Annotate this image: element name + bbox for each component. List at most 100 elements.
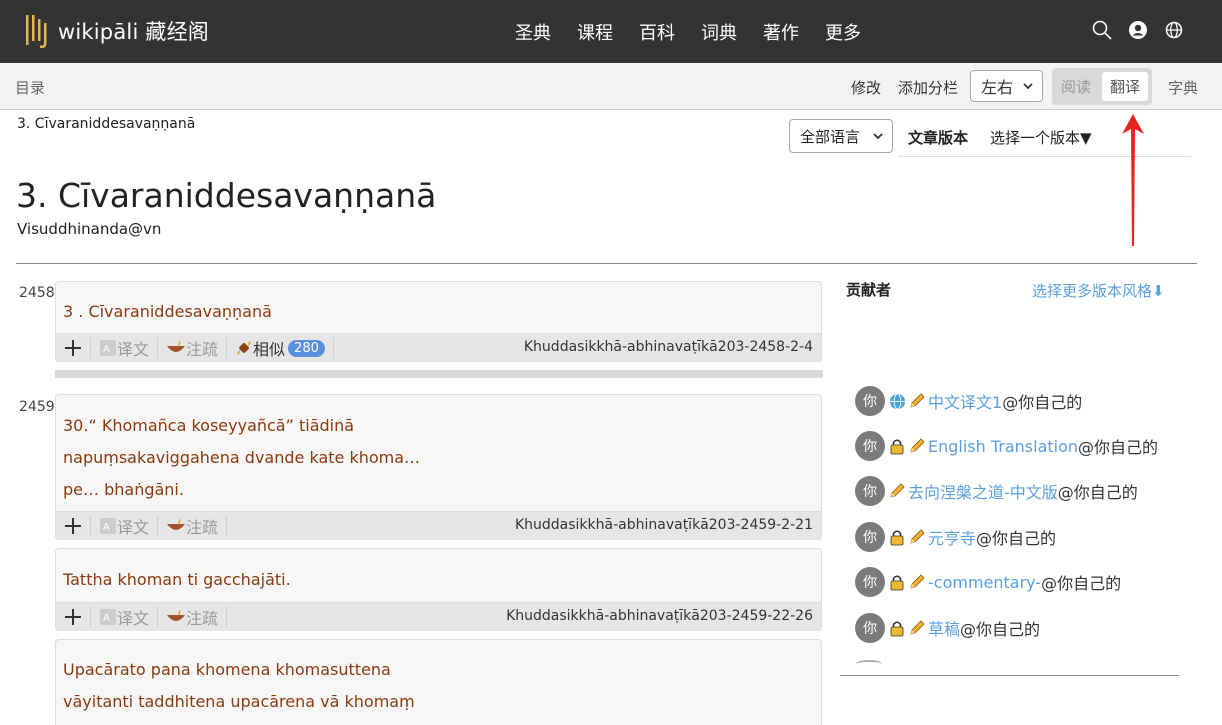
candy-icon [237, 341, 252, 355]
chevron-down-icon [1023, 83, 1033, 90]
dictionary-button[interactable]: 字典 [1168, 77, 1198, 98]
contributor-owner: @你自己的 [960, 620, 1041, 639]
language-select[interactable]: 全部语言 [789, 119, 893, 153]
commentary-button[interactable]: 注疏 [158, 516, 228, 537]
top-navbar: wikipāli 藏经阁 圣典 课程 百科 词典 著作 更多 [0, 0, 1222, 63]
contributor-owner: @你自己的 [976, 529, 1057, 548]
sentence-block: Tattha khoman ti gacchajāti. A 译文 注疏 Khu… [55, 548, 822, 631]
sentence-text[interactable]: pe… bhaṅgāni. [63, 474, 814, 506]
translation-button[interactable]: A 译文 [91, 338, 159, 359]
user-icon[interactable] [1128, 20, 1148, 40]
page-title: 3. Cīvaraniddesavaṇṇanā [16, 176, 437, 215]
pencil-icon [908, 573, 926, 591]
globe-icon[interactable] [1164, 20, 1184, 40]
layout-select[interactable]: 左右 [970, 70, 1043, 102]
brand-suffix: 藏经阁 [145, 20, 209, 44]
similar-label: 相似 [253, 340, 286, 359]
avatar[interactable]: 你 [855, 567, 885, 597]
pencil-icon [908, 392, 926, 410]
toc-button[interactable]: 目录 [15, 77, 45, 98]
logo[interactable]: wikipāli 藏经阁 [24, 13, 209, 49]
sentence-text[interactable]: 30.“ Khomañca koseyyañcā” tiādinā [63, 410, 814, 442]
divider [840, 675, 1179, 676]
sentence-id: Khuddasikkhā-abhinavaṭīkā203-2458-2-4 [523, 339, 813, 355]
lock-icon [888, 619, 906, 637]
nav-item-wiki[interactable]: 百科 [639, 19, 675, 45]
more-version-styles-link[interactable]: 选择更多版本风格⬇ [1032, 280, 1165, 301]
add-button[interactable] [56, 607, 91, 627]
translate-icon: A [100, 340, 116, 356]
commentary-button[interactable]: 注疏 [158, 338, 228, 359]
contributor-item: 你 -commentary- @你自己的 [855, 567, 1121, 597]
add-button[interactable] [56, 338, 91, 358]
avatar[interactable]: 你 [855, 431, 885, 461]
contributor-version-link[interactable]: 草稿 [928, 616, 960, 640]
sentence-toolbar: A 译文 注疏 Khuddasikkhā-abhinavaṭīkā203-245… [56, 602, 821, 631]
pencil-icon [908, 437, 926, 455]
sentence-text[interactable]: 3 . Cīvaraniddesavaṇṇanā [63, 296, 814, 328]
sentence-text[interactable]: Upacārato pana khomena khomasuttena [63, 654, 814, 686]
annotation-arrow-icon [1122, 114, 1144, 246]
paragraph-separator [55, 370, 823, 378]
contributor-version-link[interactable]: 中文译文1 [928, 389, 1002, 413]
nav-item-canon[interactable]: 圣典 [515, 19, 551, 45]
pencil-icon [888, 482, 906, 500]
contributor-owner: @你自己的 [1041, 574, 1122, 593]
commentary-label: 注疏 [186, 340, 219, 359]
author: Visuddhinanda@vn [17, 220, 162, 238]
nav-item-works[interactable]: 著作 [763, 19, 799, 45]
contributor-owner: @你自己的 [1002, 393, 1083, 412]
sentence-text[interactable]: vāyitanti taddhitena upacārena vā khomaṃ [63, 686, 814, 718]
sentence-text[interactable]: napuṃsakaviggahena dvande kate khoma… [63, 442, 814, 474]
contributor-version-link[interactable]: -commentary- [928, 573, 1041, 592]
add-column-button[interactable]: 添加分栏 [898, 77, 958, 98]
contributor-owner: @你自己的 [1078, 438, 1159, 457]
version-dropdown[interactable]: 选择一个版本▼ [990, 127, 1092, 148]
nav-item-dictionary[interactable]: 词典 [701, 19, 737, 45]
edit-button[interactable]: 修改 [851, 77, 881, 98]
contributor-item: 你 元亨寺 @你自己的 [855, 522, 1056, 552]
version-panel: 文章版本 选择一个版本▼ [898, 118, 1191, 157]
similar-button[interactable]: 相似 280 [227, 338, 334, 359]
commentary-button[interactable]: 注疏 [158, 607, 228, 628]
paragraph-number: 2458 [19, 285, 55, 301]
translation-label: 译文 [117, 609, 150, 628]
lock-icon [888, 573, 906, 591]
contributor-item: 你 中文译文1 @你自己的 [855, 386, 1082, 416]
sentence-toolbar: A 译文 注疏 Khuddasikkhā-abhinavaṭīkā203-245… [56, 511, 821, 540]
pencil-icon [908, 528, 926, 546]
avatar[interactable]: 你 [855, 522, 885, 552]
globe-icon [888, 392, 906, 410]
breadcrumb[interactable]: 3. Cīvaraniddesavaṇṇanā [17, 116, 195, 132]
translate-mode-button[interactable]: 翻译 [1102, 72, 1148, 101]
read-mode-button[interactable]: 阅读 [1061, 76, 1091, 97]
translate-icon: A [100, 518, 116, 534]
add-button[interactable] [56, 516, 91, 536]
main-nav: 圣典 课程 百科 词典 著作 更多 [515, 19, 887, 45]
contributor-version-link[interactable]: 元亨寺 [928, 525, 976, 549]
contributors-title: 贡献者 [846, 281, 892, 299]
contributor-version-link[interactable]: 去向涅槃之道-中文版 [908, 479, 1058, 503]
search-icon[interactable] [1092, 20, 1112, 40]
translation-button[interactable]: A 译文 [91, 607, 159, 628]
lamp-icon [167, 340, 186, 352]
nav-item-more[interactable]: 更多 [825, 19, 861, 45]
translation-button[interactable]: A 译文 [91, 516, 159, 537]
sentence-toolbar: A 译文 注疏 相似 280 Khuddasikkhā-abhinavaṭīkā… [56, 333, 821, 362]
avatar[interactable]: 你 [855, 476, 885, 506]
sentence-block: Upacārato pana khomena khomasuttena vāyi… [55, 639, 822, 725]
logo-icon [26, 15, 47, 48]
svg-text:A: A [103, 613, 110, 624]
nav-item-course[interactable]: 课程 [577, 19, 613, 45]
sentence-id: Khuddasikkhā-abhinavaṭīkā203-2459-22-26 [506, 608, 813, 624]
plus-icon [65, 340, 81, 356]
commentary-label: 注疏 [186, 609, 219, 628]
contributor-version-link[interactable]: English Translation [928, 437, 1078, 456]
sentence-text[interactable]: Tattha khoman ti gacchajāti. [63, 564, 814, 596]
translation-label: 译文 [117, 518, 150, 537]
translation-label: 译文 [117, 340, 150, 359]
sentence-block: 3 . Cīvaraniddesavaṇṇanā A 译文 注疏 相似 280 … [55, 281, 822, 362]
avatar[interactable]: 你 [855, 386, 885, 416]
avatar[interactable]: 你 [855, 613, 885, 643]
lamp-icon [167, 518, 186, 530]
